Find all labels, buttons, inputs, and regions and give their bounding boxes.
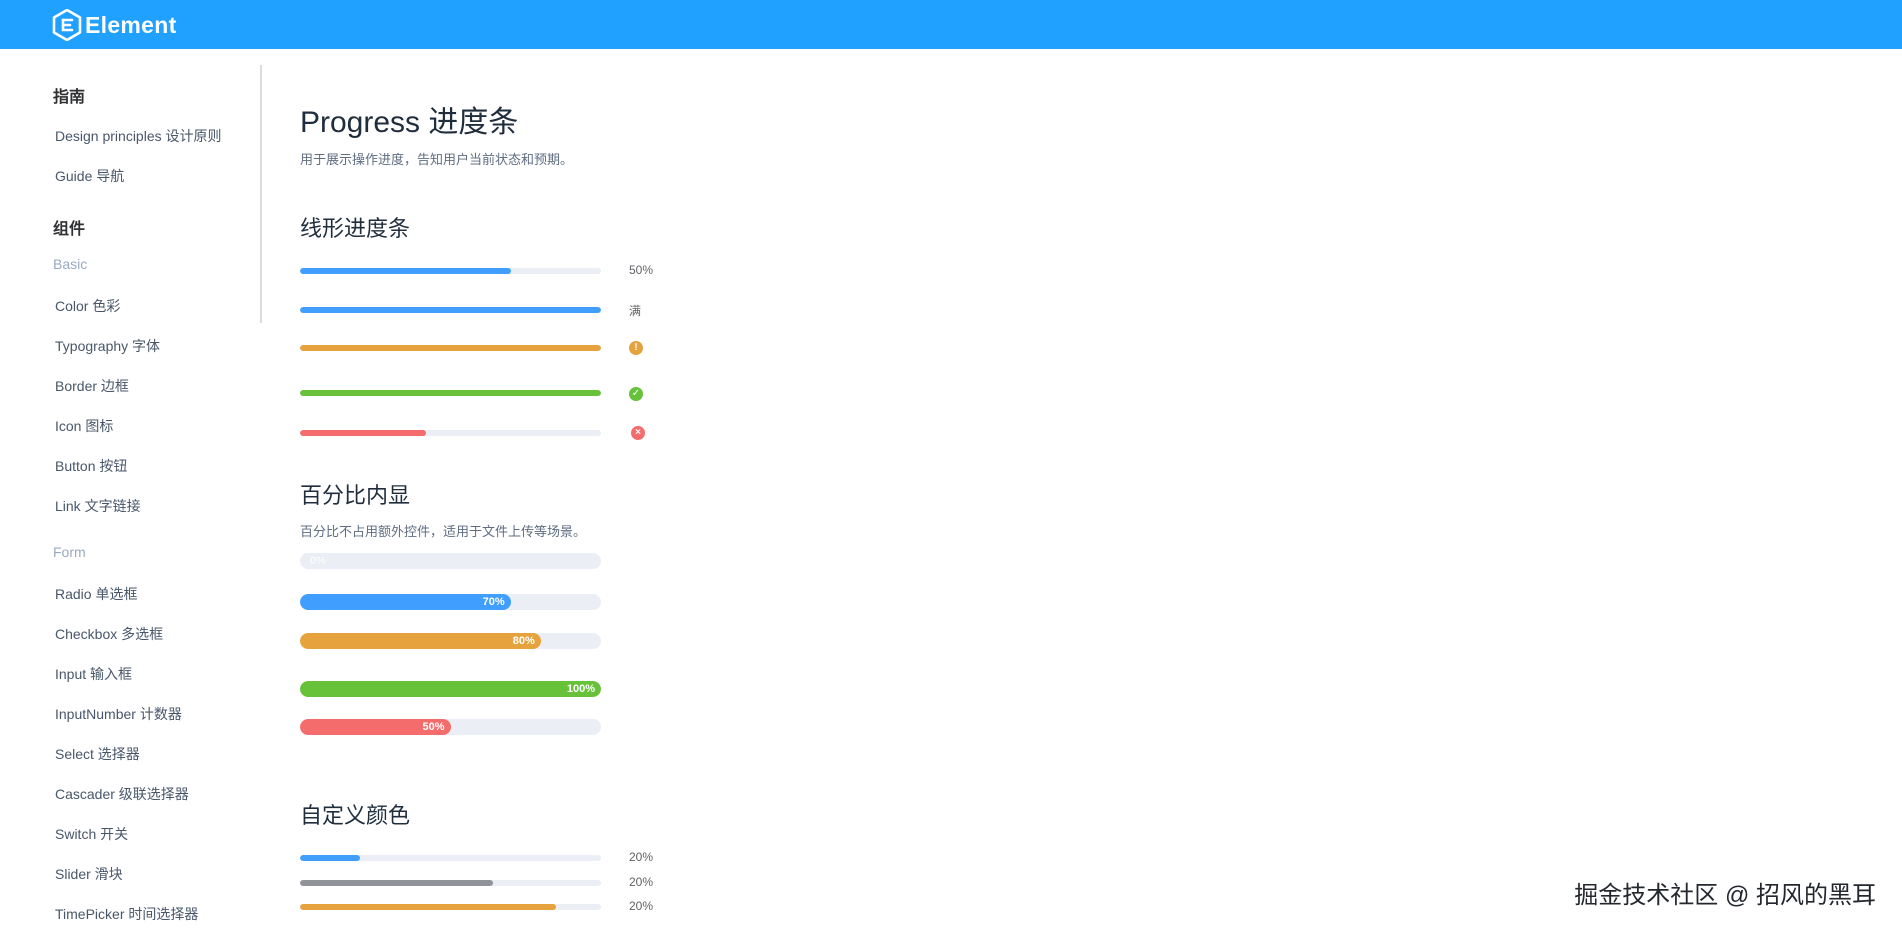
progress-track (300, 390, 601, 396)
sidebar-item-guide[interactable]: Guide 导航 (55, 166, 124, 186)
progress-fill (300, 855, 361, 861)
progress-fill (300, 904, 556, 910)
sidebar-item-icon[interactable]: Icon 图标 (55, 416, 113, 436)
sidebar-item-timepicker[interactable]: TimePicker 时间选择器 (55, 904, 198, 924)
sidebar-item-slider[interactable]: Slider 滑块 (55, 864, 123, 884)
sidebar-category-form: Form (53, 544, 86, 560)
sidebar-category-basic: Basic (53, 256, 88, 272)
progress-fill: 70% (300, 594, 511, 610)
sidebar-item-checkbox[interactable]: Checkbox 多选框 (55, 624, 163, 644)
progress-track (300, 855, 601, 861)
progress-label: 50% (422, 721, 445, 733)
sidebar-item-link[interactable]: Link 文字链接 (55, 496, 141, 516)
progress-fill: 100% (300, 681, 601, 697)
sidebar-item-typography[interactable]: Typography 字体 (55, 336, 160, 356)
sidebar-item-select[interactable]: Select 选择器 (55, 744, 140, 764)
progress-track: 70% (300, 594, 601, 610)
progress-label: 100% (566, 683, 595, 695)
progress-track: 100% (300, 681, 601, 697)
progress-track: 0% (300, 553, 601, 569)
main-content: Progress 进度条 用于展示操作进度，告知用户当前状态和预期。 线形进度条… (300, 49, 1902, 933)
sidebar-item-design-principles[interactable]: Design principles 设计原则 (55, 126, 222, 146)
sidebar-item-input[interactable]: Input 输入框 (55, 664, 132, 684)
brand-name: Element (85, 11, 177, 38)
section-title-custom: 自定义颜色 (300, 803, 411, 828)
progress-fill: 80% (300, 633, 541, 649)
progress-fill (300, 390, 601, 396)
progress-label: 20% (629, 875, 654, 889)
sidebar-item-cascader[interactable]: Cascader 级联选择器 (55, 784, 189, 804)
sidebar-item-switch[interactable]: Switch 开关 (55, 824, 128, 844)
progress-label: 满 (629, 304, 642, 318)
page-title: Progress 进度条 (300, 106, 519, 139)
progress-label: 0% (310, 555, 326, 567)
progress-track: 80% (300, 633, 601, 649)
sidebar-item-button[interactable]: Button 按钮 (55, 456, 127, 476)
sidebar-item-inputnumber[interactable]: InputNumber 计数器 (55, 704, 182, 724)
progress-label: 70% (482, 596, 505, 608)
progress-fill (300, 880, 493, 886)
progress-track (300, 904, 601, 910)
progress-fill (300, 307, 601, 313)
top-header: Element (0, 0, 1902, 49)
progress-track (300, 880, 601, 886)
progress-fill (300, 268, 511, 274)
progress-fill: 50% (300, 719, 451, 735)
page-description: 用于展示操作进度，告知用户当前状态和预期。 (300, 152, 574, 167)
progress-label: 80% (512, 635, 535, 647)
status-warning-icon: ! (629, 341, 643, 355)
element-logo-icon (52, 9, 82, 41)
progress-fill (300, 345, 601, 351)
sidebar-group-components: 组件 (53, 221, 86, 238)
progress-label: 50% (629, 263, 654, 277)
progress-track (300, 345, 601, 351)
progress-label: 20% (629, 850, 654, 864)
watermark-text: 掘金技术社区 @ 招风的黑耳 (1574, 882, 1876, 909)
progress-label: 20% (629, 899, 654, 913)
status-success-icon: ✓ (629, 387, 643, 401)
progress-fill (300, 430, 427, 436)
status-exception-icon: × (631, 426, 645, 440)
sidebar-item-border[interactable]: Border 边框 (55, 376, 129, 396)
section-title-inside: 百分比内显 (300, 483, 411, 508)
sidebar-nav: 指南 Design principles 设计原则 Guide 导航 组件 Ba… (0, 49, 262, 933)
sidebar-group-guide: 指南 (53, 89, 86, 106)
element-logo[interactable]: Element (52, 9, 177, 41)
section-title-linear: 线形进度条 (300, 216, 411, 241)
progress-track (300, 430, 601, 436)
progress-track: 50% (300, 719, 601, 735)
progress-track (300, 268, 601, 274)
section-description-inside: 百分比不占用额外控件，适用于文件上传等场景。 (300, 524, 587, 539)
sidebar-scrollbar[interactable] (260, 65, 262, 323)
sidebar-item-radio[interactable]: Radio 单选框 (55, 584, 137, 604)
progress-track (300, 307, 601, 313)
sidebar-item-color[interactable]: Color 色彩 (55, 296, 120, 316)
